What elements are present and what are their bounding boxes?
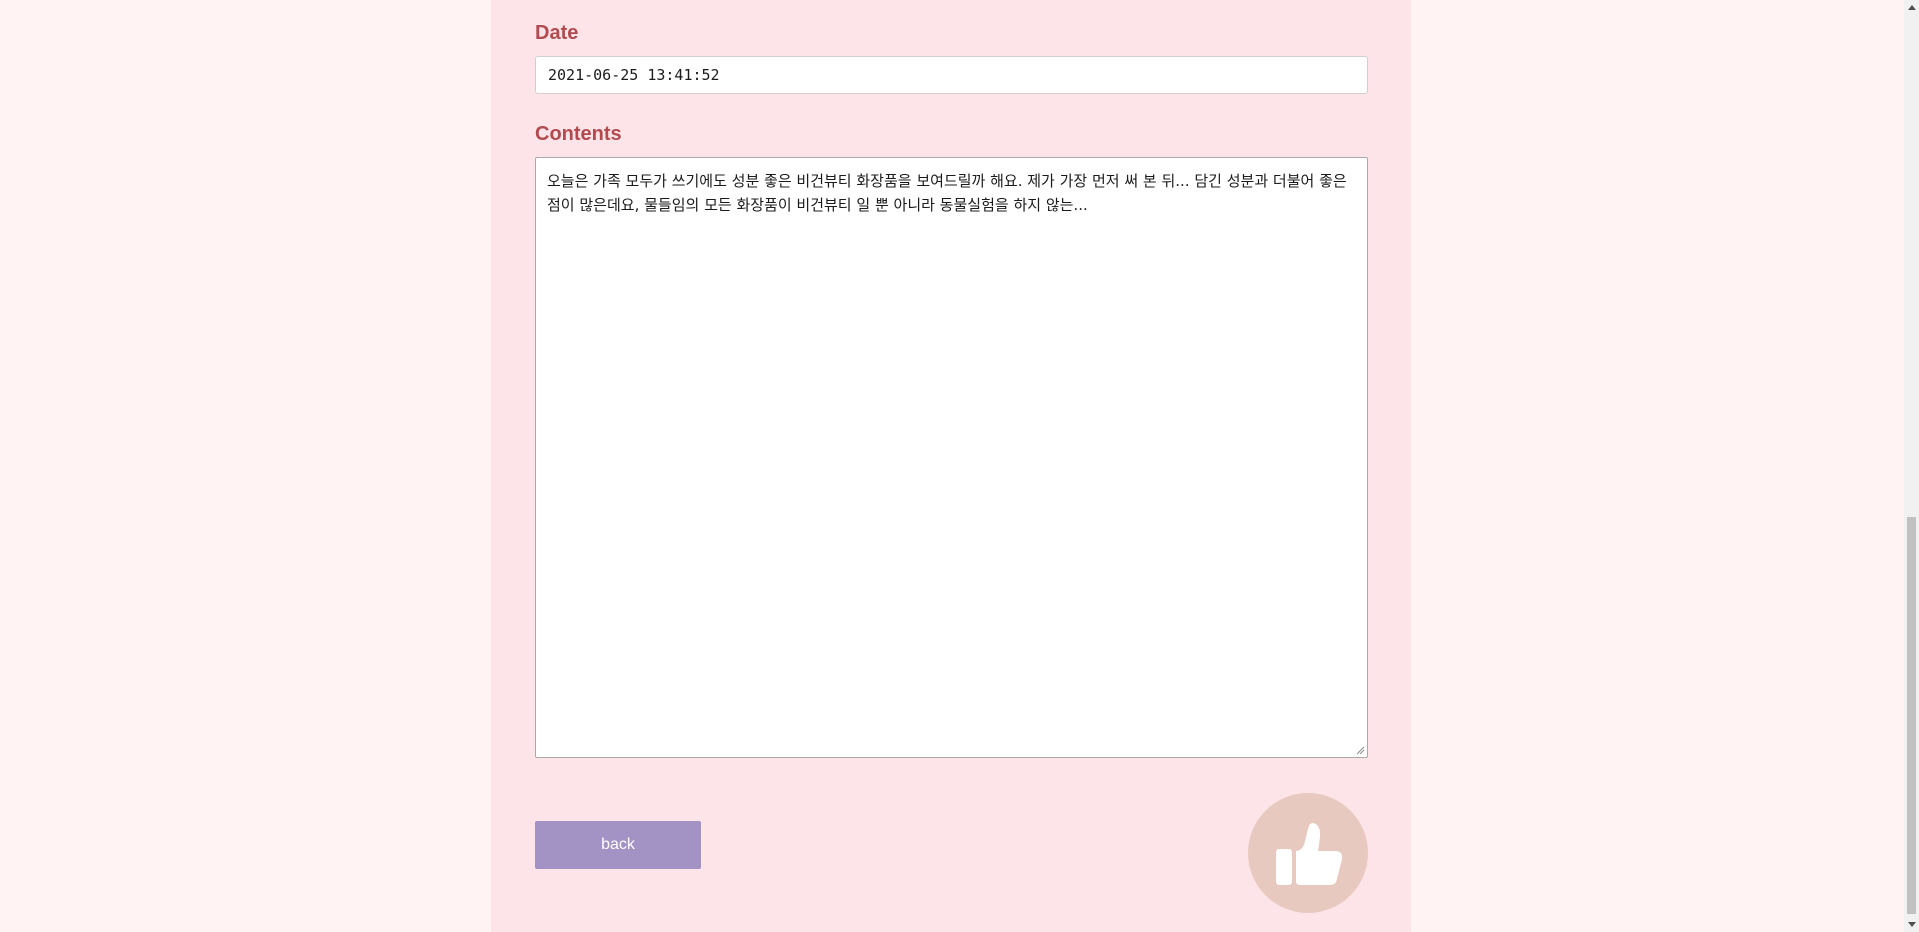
scroll-down-icon[interactable] xyxy=(1904,917,1919,932)
resize-handle-icon[interactable] xyxy=(1355,745,1365,755)
contents-label: Contents xyxy=(535,123,622,145)
back-button[interactable]: back xyxy=(535,821,701,869)
like-button[interactable] xyxy=(1248,793,1368,913)
date-label: Date xyxy=(535,22,579,44)
vertical-scrollbar[interactable] xyxy=(1904,0,1919,932)
post-detail-panel: Date 2021-06-25 13:41:52 Contents 오늘은 가족… xyxy=(491,0,1411,932)
contents-text: 오늘은 가족 모두가 쓰기에도 성분 좋은 비건뷰티 화장품을 보여드릴까 해요… xyxy=(547,172,1347,214)
thumbs-up-icon xyxy=(1276,823,1343,885)
scroll-thumb[interactable] xyxy=(1907,517,1916,914)
scroll-up-icon[interactable] xyxy=(1904,0,1919,15)
date-field[interactable]: 2021-06-25 13:41:52 xyxy=(535,56,1368,94)
contents-textarea[interactable]: 오늘은 가족 모두가 쓰기에도 성분 좋은 비건뷰티 화장품을 보여드릴까 해요… xyxy=(535,157,1368,758)
date-value: 2021-06-25 13:41:52 xyxy=(548,66,720,84)
page: Date 2021-06-25 13:41:52 Contents 오늘은 가족… xyxy=(0,0,1919,932)
